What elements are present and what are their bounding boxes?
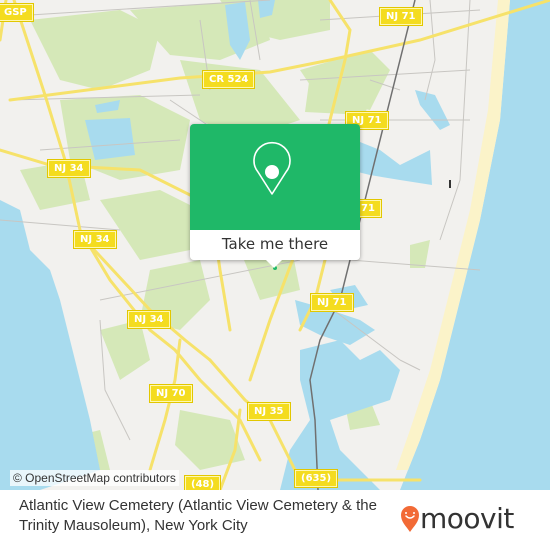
place-title: Atlantic View Cemetery (Atlantic View Ce…	[19, 497, 377, 534]
route-shield-nj71: NJ 71	[379, 7, 423, 26]
route-shield-cr635: (635)	[293, 469, 339, 488]
footer: Atlantic View Cemetery (Atlantic View Ce…	[0, 490, 550, 550]
route-shield-gsp: GSP	[0, 3, 34, 22]
route-shield-cr48: (48)	[183, 475, 222, 490]
route-shield-nj34: NJ 34	[47, 159, 91, 178]
moovit-wordmark: moovit	[420, 502, 514, 535]
route-shield-nj70: NJ 70	[149, 384, 193, 403]
route-shield-nj34: NJ 34	[127, 310, 171, 329]
destination-popup[interactable]: Take me there	[190, 124, 360, 268]
map-attribution[interactable]: © OpenStreetMap contributors	[10, 470, 179, 486]
route-shield-nj35: NJ 35	[247, 402, 291, 421]
pier-marker	[449, 180, 451, 188]
popup-pointer	[265, 259, 283, 268]
route-shield-cr524: CR 524	[201, 70, 256, 89]
moovit-logo[interactable]: moovit	[400, 502, 540, 536]
take-me-there-button[interactable]: Take me there	[190, 230, 360, 260]
map-pin-icon	[253, 141, 291, 195]
popup-header[interactable]	[190, 124, 360, 230]
take-me-there-label: Take me there	[221, 235, 329, 253]
moovit-pin-icon	[401, 506, 419, 532]
map[interactable]: GSP NJ 71 CR 524 NJ 71 NJ 34 71 NJ 34 NJ…	[0, 0, 550, 490]
route-shield-nj71: NJ 71	[310, 293, 354, 312]
route-shield-nj34: NJ 34	[73, 230, 117, 249]
